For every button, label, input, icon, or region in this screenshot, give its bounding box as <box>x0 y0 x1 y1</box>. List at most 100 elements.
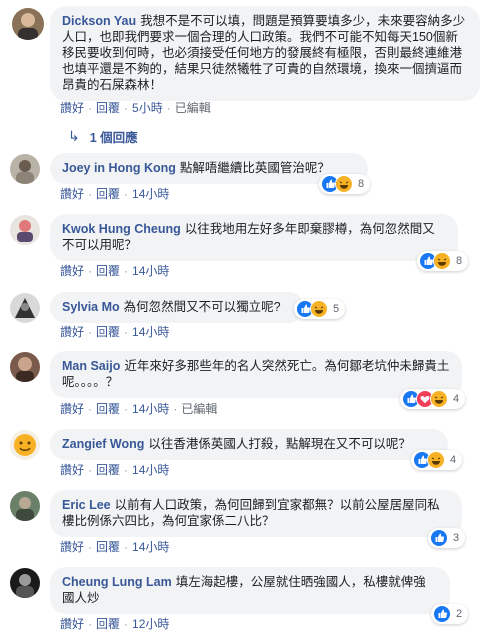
reactions-summary[interactable]: 3 <box>428 528 466 548</box>
timestamp[interactable]: 14小時 <box>132 264 169 278</box>
reply-arrow-icon: ↳ <box>68 128 80 144</box>
like-link[interactable]: 讚好 <box>60 325 84 339</box>
like-link[interactable]: 讚好 <box>60 187 84 201</box>
like-link[interactable]: 讚好 <box>60 264 84 278</box>
reactions-summary[interactable]: 4 <box>411 450 463 470</box>
separator: · <box>88 540 93 554</box>
reply-link[interactable]: 回覆 <box>96 187 120 201</box>
comment-bubble: Eric Lee 以前有人口政策，為何回歸到宜家都無？以前公屋居屋同私樓比例係六四… <box>50 490 462 537</box>
comment-bubble: Sylvia Mo 為何忽然間又不可以獨立呢? <box>50 292 304 323</box>
haha-icon <box>335 175 353 193</box>
separator: · <box>88 463 93 477</box>
avatar[interactable] <box>10 293 40 323</box>
separator: · <box>124 325 129 339</box>
like-link[interactable]: 讚好 <box>60 540 84 554</box>
replies-count-label: 1 個回應 <box>89 131 138 145</box>
separator: · <box>166 101 171 115</box>
reply-link[interactable]: 回覆 <box>96 540 120 554</box>
comment-author[interactable]: Man Saijo <box>62 359 120 373</box>
reaction-count: 4 <box>453 393 460 405</box>
edited-label: 已編輯 <box>181 402 218 416</box>
separator: · <box>124 463 129 477</box>
comment-text: 為何忽然間又不可以獨立呢? <box>123 300 281 314</box>
haha-icon <box>310 300 328 318</box>
reaction-count: 2 <box>456 608 463 620</box>
separator: · <box>124 101 129 115</box>
comment-author[interactable]: Sylvia Mo <box>62 300 120 314</box>
reaction-count: 8 <box>456 255 463 267</box>
reaction-count: 5 <box>333 303 340 315</box>
reactions-summary[interactable]: 4 <box>400 389 466 409</box>
timestamp[interactable]: 14小時 <box>132 187 169 201</box>
like-link[interactable]: 讚好 <box>60 402 84 416</box>
like-link[interactable]: 讚好 <box>60 463 84 477</box>
edited-label: 已編輯 <box>174 101 211 115</box>
avatar[interactable] <box>10 352 40 382</box>
avatar[interactable] <box>10 430 40 460</box>
comment-actions: 讚好 · 回覆 · 14小時 <box>60 323 169 340</box>
avatar[interactable] <box>10 568 40 598</box>
comment-actions: 讚好 · 回覆 · 14小時 <box>60 262 169 279</box>
comment-author[interactable]: Joey in Hong Kong <box>62 161 176 175</box>
comment-text: 以往香港係英國人打殺，點解現在又不可以呢？ <box>148 437 411 451</box>
reactions-summary[interactable]: 5 <box>294 299 346 319</box>
timestamp[interactable]: 14小時 <box>132 463 169 477</box>
separator: · <box>124 402 129 416</box>
comment-author[interactable]: Eric Lee <box>62 498 111 512</box>
separator: · <box>124 540 129 554</box>
timestamp[interactable]: 5小時 <box>132 101 163 115</box>
comment-author[interactable]: Cheung Lung Lam <box>62 575 172 589</box>
comment-author[interactable]: Kwok Hung Cheung <box>62 222 181 236</box>
comment-bubble: Dickson Yau 我想不是不可以填，問題是預算要填多少，未來要容納多少人口，… <box>50 6 480 101</box>
timestamp[interactable]: 14小時 <box>132 325 169 339</box>
avatar[interactable] <box>10 215 40 245</box>
reply-link[interactable]: 回覆 <box>96 402 120 416</box>
reply-link[interactable]: 回覆 <box>96 101 120 115</box>
avatar[interactable] <box>12 8 44 40</box>
comment-actions: 讚好 · 回覆 · 14小時 <box>60 538 169 555</box>
avatar[interactable] <box>10 154 40 184</box>
timestamp[interactable]: 12小時 <box>132 617 169 631</box>
separator: · <box>88 325 93 339</box>
comment-actions: 讚好 · 回覆 · 14小時 <box>60 461 169 478</box>
reactions-summary[interactable]: 8 <box>417 251 469 271</box>
comment-author[interactable]: Zangief Wong <box>62 437 144 451</box>
haha-icon <box>430 390 448 408</box>
comment-actions: 讚好 · 回覆 · 12小時 <box>60 615 169 632</box>
comment-actions: 讚好 · 回覆 · 14小時 <box>60 185 169 202</box>
comment-text: 點解唔繼續比英國管治呢？ <box>179 161 330 175</box>
avatar[interactable] <box>10 491 40 521</box>
separator: · <box>173 402 178 416</box>
comment-text: 近年來好多那些年的名人突然死亡。為何鄒老坑仲未歸貴土呢。。。。？ <box>62 359 450 389</box>
haha-icon <box>433 252 451 270</box>
timestamp[interactable]: 14小時 <box>132 540 169 554</box>
like-link[interactable]: 讚好 <box>60 101 84 115</box>
comment-bubble: Cheung Lung Lam 填左海起樓，公屋就住晒強國人，私樓就俾強國人炒 <box>50 567 450 614</box>
timestamp[interactable]: 14小時 <box>132 402 169 416</box>
separator: · <box>88 101 93 115</box>
comment-text: 以前有人口政策，為何回歸到宜家都無？以前公屋居屋同私樓比例係六四比，為何宜家係二… <box>62 498 440 528</box>
comment-author[interactable]: Dickson Yau <box>62 14 136 28</box>
comment-actions: 讚好 · 回覆 · 5小時 · 已編輯 <box>60 99 211 116</box>
reply-link[interactable]: 回覆 <box>96 463 120 477</box>
reply-link[interactable]: 回覆 <box>96 325 120 339</box>
view-replies-link[interactable]: ↳ 1 個回應 <box>68 127 138 146</box>
reply-link[interactable]: 回覆 <box>96 264 120 278</box>
separator: · <box>124 187 129 201</box>
like-link[interactable]: 讚好 <box>60 617 84 631</box>
haha-icon <box>427 451 445 469</box>
reply-link[interactable]: 回覆 <box>96 617 120 631</box>
comment-bubble: Man Saijo 近年來好多那些年的名人突然死亡。為何鄒老坑仲未歸貴土呢。。。。… <box>50 351 462 398</box>
reactions-summary[interactable]: 2 <box>431 604 469 624</box>
reaction-count: 4 <box>450 454 457 466</box>
comment-actions: 讚好 · 回覆 · 14小時 · 已編輯 <box>60 400 217 417</box>
comment-bubble: Kwok Hung Cheung 以往我地用左好多年即棄膠樽，為何忽然間又不可以用… <box>50 214 458 261</box>
comment-bubble: Zangief Wong 以往香港係英國人打殺，點解現在又不可以呢？ <box>50 429 448 460</box>
like-icon <box>433 605 451 623</box>
separator: · <box>88 617 93 631</box>
like-icon <box>430 529 448 547</box>
reaction-count: 3 <box>453 532 460 544</box>
separator: · <box>88 187 93 201</box>
separator: · <box>124 617 129 631</box>
reactions-summary[interactable]: 8 <box>319 174 371 194</box>
